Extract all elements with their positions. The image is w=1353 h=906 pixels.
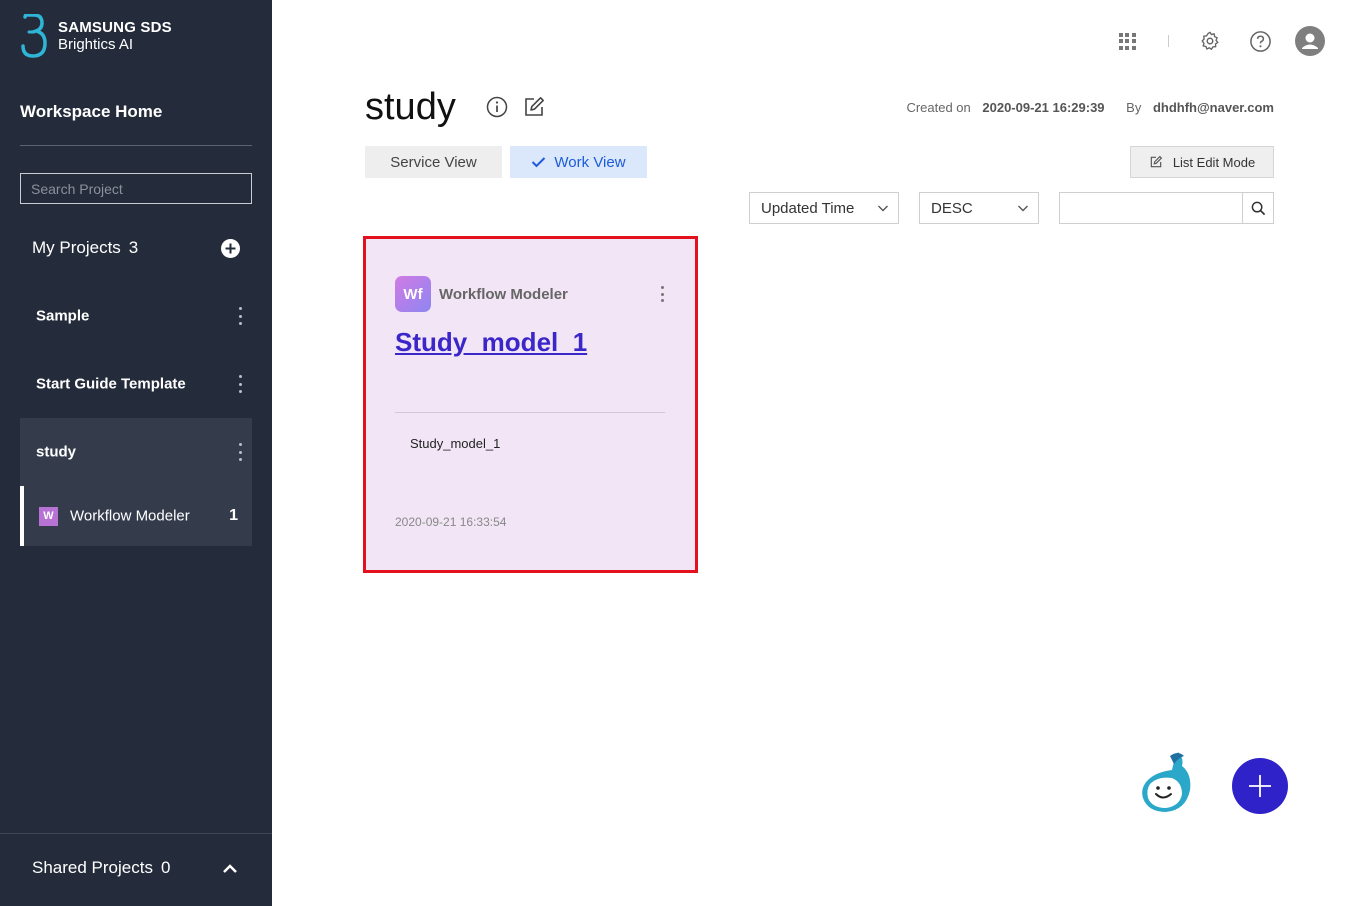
search-project-input[interactable] (20, 173, 252, 204)
user-avatar[interactable] (1295, 26, 1325, 56)
help-icon (1249, 30, 1271, 52)
plus-icon (1249, 775, 1271, 797)
apps-grid-icon (1118, 32, 1136, 50)
project-label: study (36, 443, 77, 461)
brand-line1: SAMSUNG SDS (58, 19, 172, 36)
card-type-label: Workflow Modeler (439, 286, 568, 303)
sort-field-value: Updated Time (761, 199, 855, 217)
search-button[interactable] (1242, 193, 1273, 223)
sort-order-value: DESC (931, 199, 973, 217)
workflow-modeler-icon: W (39, 507, 58, 526)
my-projects-header[interactable]: My Projects 3 (32, 238, 138, 258)
chevron-down-icon (1018, 205, 1028, 212)
chevron-up-icon[interactable] (221, 860, 239, 878)
divider (395, 412, 665, 413)
title-actions (486, 95, 546, 119)
model-search-input[interactable] (1060, 193, 1243, 223)
brand-logo[interactable]: SAMSUNG SDS Brightics AI (20, 14, 172, 58)
shared-projects-count: 0 (160, 858, 171, 877)
apps-grid-button[interactable] (1112, 26, 1142, 56)
assistant-mascot-icon[interactable] (1138, 748, 1194, 814)
sort-order-select[interactable]: DESC (919, 192, 1039, 224)
my-projects-label: My Projects (32, 238, 121, 257)
help-button[interactable] (1245, 26, 1275, 56)
plus-icon (225, 243, 236, 254)
card-date: 2020-09-21 16:33:54 (395, 515, 507, 529)
card-title-link[interactable]: Study_model_1 (395, 327, 587, 358)
add-project-button[interactable] (221, 239, 240, 258)
subitem-label: Workflow Modeler (70, 507, 190, 525)
project-label: Start Guide Template (36, 375, 186, 393)
divider (20, 145, 252, 146)
project-menu-kebab-icon[interactable] (236, 375, 244, 393)
card-menu-kebab-icon[interactable] (658, 286, 666, 302)
card-description: Study_model_1 (410, 436, 501, 451)
user-icon (1302, 33, 1318, 49)
model-search (1059, 192, 1274, 224)
edit-icon (1150, 155, 1163, 168)
sidebar: SAMSUNG SDS Brightics AI Workspace Home … (0, 0, 272, 906)
shared-projects-label: Shared Projects (32, 858, 153, 877)
add-model-fab[interactable] (1232, 758, 1288, 814)
sort-field-select[interactable]: Updated Time (749, 192, 899, 224)
list-edit-mode-button[interactable]: List Edit Mode (1130, 146, 1274, 178)
sidebar-project-sample[interactable]: Sample (20, 285, 252, 347)
model-card[interactable]: Wf Workflow Modeler Study_model_1 Study_… (366, 239, 695, 570)
tab-label: Work View (554, 153, 626, 171)
subitem-count: 1 (229, 507, 238, 524)
info-icon[interactable] (486, 95, 510, 119)
my-projects-count: 3 (128, 238, 139, 257)
divider (0, 833, 272, 834)
check-icon (532, 157, 546, 168)
project-menu-kebab-icon[interactable] (236, 307, 244, 325)
page-title: study (365, 86, 456, 128)
chevron-down-icon (878, 205, 888, 212)
brand-line2: Brightics AI (58, 36, 134, 53)
workflow-modeler-icon: Wf (395, 276, 431, 312)
sidebar-project-study[interactable]: study (20, 418, 252, 486)
divider (1168, 35, 1169, 47)
tab-service-view[interactable]: Service View (365, 146, 502, 178)
top-toolbar (1112, 26, 1325, 56)
by-label: By (1126, 100, 1142, 115)
search-icon (1251, 201, 1265, 215)
by-value: dhdhfh@naver.com (1152, 100, 1274, 115)
tab-label: Service View (390, 153, 477, 171)
created-label: Created on (906, 100, 971, 115)
settings-icon (1201, 31, 1219, 50)
tab-work-view[interactable]: Work View (510, 146, 647, 178)
project-label: Sample (36, 307, 90, 325)
workspace-home-link[interactable]: Workspace Home (20, 102, 162, 122)
shared-projects-header[interactable]: Shared Projects 0 (32, 858, 170, 878)
sidebar-subitem-workflow-modeler[interactable]: W Workflow Modeler 1 (20, 486, 252, 546)
project-menu-kebab-icon[interactable] (236, 443, 244, 461)
project-meta: Created on 2020-09-21 16:29:39 By dhdhfh… (906, 100, 1274, 115)
created-value: 2020-09-21 16:29:39 (982, 100, 1105, 115)
brightics-logo-icon (21, 14, 47, 58)
list-edit-label: List Edit Mode (1172, 154, 1256, 170)
sidebar-project-start-guide-template[interactable]: Start Guide Template (20, 353, 252, 415)
edit-icon[interactable] (522, 95, 546, 119)
settings-button[interactable] (1195, 26, 1225, 56)
